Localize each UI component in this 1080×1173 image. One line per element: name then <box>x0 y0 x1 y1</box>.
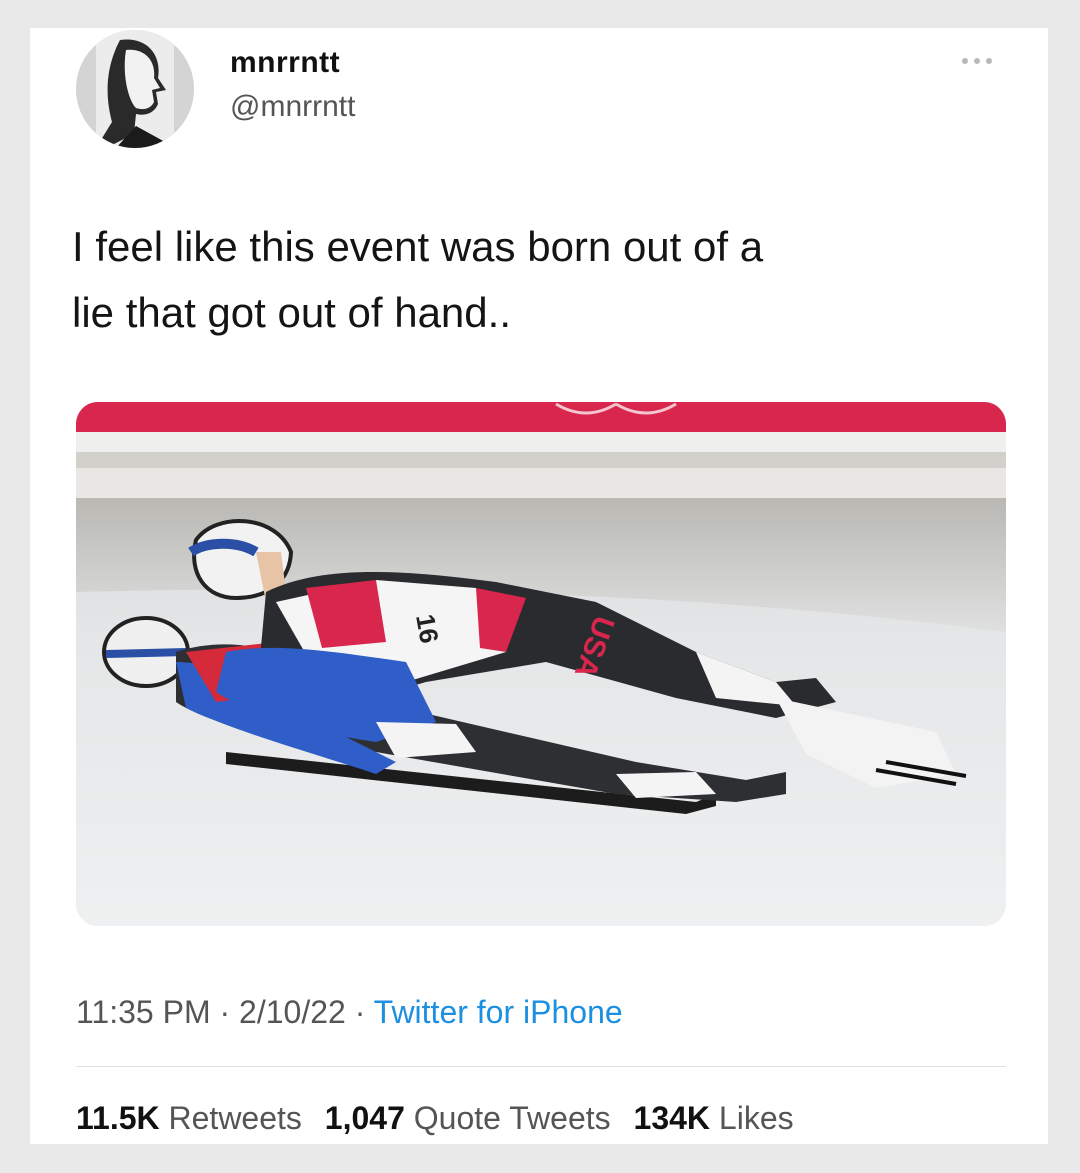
retweets-count: 11.5K <box>76 1100 160 1136</box>
tweet-text-line: I feel like this event was born out of a <box>72 223 764 270</box>
quote-tweets-count: 1,047 <box>324 1100 405 1136</box>
tweet-text: I feel like this event was born out of a… <box>72 214 1012 346</box>
likes-count: 134K <box>633 1100 711 1136</box>
quote-tweets-label: Quote Tweets <box>413 1100 611 1136</box>
display-name[interactable]: mnrrntt <box>230 46 340 80</box>
tweet-text-line: lie that got out of hand.. <box>72 289 511 336</box>
more-options-icon[interactable] <box>960 54 1000 66</box>
tweet-card: mnrrntt @mnrrntt I feel like this event … <box>30 28 1048 1144</box>
luge-photo: 16 USA <box>76 402 1006 926</box>
divider <box>76 1066 1006 1067</box>
likes-stat[interactable]: 134K Likes <box>634 1100 794 1136</box>
separator: · <box>354 994 366 1030</box>
tweet-source-link[interactable]: Twitter for iPhone <box>374 994 623 1030</box>
tweet-date[interactable]: 2/10/22 <box>239 994 346 1030</box>
tweet-meta: 11:35 PM · 2/10/22 · Twitter for iPhone <box>76 994 623 1031</box>
tweet-media-photo[interactable]: 16 USA <box>76 402 1006 926</box>
retweets-label: Retweets <box>168 1100 302 1136</box>
tweet-time[interactable]: 11:35 PM <box>76 994 211 1030</box>
avatar[interactable] <box>76 30 194 148</box>
separator: · <box>219 994 231 1030</box>
user-handle[interactable]: @mnrrntt <box>230 90 355 124</box>
likes-label: Likes <box>718 1100 794 1136</box>
tweet-stats: 11.5K Retweets 1,047 Quote Tweets 134K L… <box>76 1100 808 1137</box>
retweets-stat[interactable]: 11.5K Retweets <box>76 1100 302 1136</box>
bib-number: 16 <box>410 612 445 646</box>
avatar-image <box>76 30 194 148</box>
quote-tweets-stat[interactable]: 1,047 Quote Tweets <box>325 1100 611 1136</box>
